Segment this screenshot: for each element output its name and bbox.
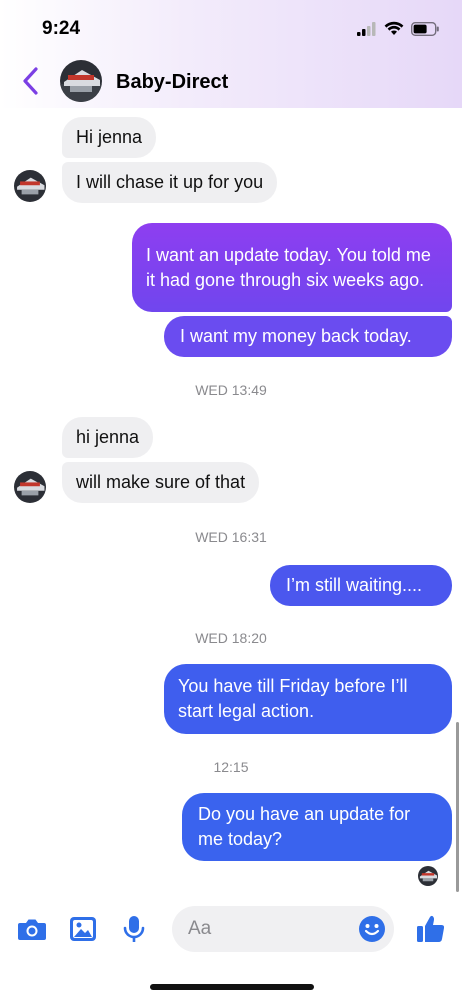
chat-header: 9:24 Baby-Direct [0, 0, 462, 108]
message-bubble-outgoing[interactable]: I want my money back today. [164, 316, 452, 357]
message-timestamp: 12:15 [213, 759, 249, 775]
message-bubble-incoming[interactable]: will make sure of that [62, 462, 260, 503]
signal-icon [357, 21, 376, 36]
status-time: 9:24 [42, 18, 81, 39]
message-text: hi jenna [76, 427, 140, 447]
message-text: I want my money back today. [180, 326, 412, 346]
status-icons [357, 21, 440, 36]
sender-avatar[interactable] [14, 170, 46, 202]
contact-avatar[interactable] [60, 60, 102, 102]
message-bubble-outgoing[interactable]: I’m still waiting.... [270, 565, 452, 606]
thumbs-up-icon [417, 915, 445, 942]
message-text: I’m still waiting.... [286, 575, 423, 595]
emoji-button[interactable] [358, 915, 386, 943]
message-timestamp: WED 13:49 [195, 382, 267, 398]
message-bubble-outgoing[interactable]: You have till Friday before I’ll start l… [164, 664, 452, 734]
wifi-icon [384, 21, 404, 35]
home-indicator[interactable] [150, 984, 314, 990]
scrollbar[interactable] [456, 722, 459, 892]
message-text: I want an update today. You told me it h… [146, 244, 431, 290]
read-receipt-avatar [418, 866, 438, 886]
sender-avatar[interactable] [14, 471, 46, 503]
contact-name[interactable]: Baby-Direct [116, 71, 228, 94]
message-bubble-outgoing[interactable]: I want an update today. You told me it h… [132, 223, 452, 312]
message-text: Hi jenna [76, 127, 143, 147]
message-timestamp: WED 16:31 [195, 529, 267, 545]
message-text: Do you have an update for me today? [198, 804, 411, 849]
message-bubble-outgoing[interactable]: Do you have an update for me today? [182, 793, 452, 861]
message-bubble-incoming[interactable]: I will chase it up for you [62, 162, 278, 203]
message-input-wrapper[interactable] [172, 906, 394, 952]
message-timestamp: WED 18:20 [195, 630, 267, 646]
image-icon [70, 917, 96, 941]
message-bubble-incoming[interactable]: Hi jenna [62, 117, 157, 158]
back-chevron-icon [23, 67, 38, 95]
battery-icon [411, 21, 439, 36]
message-input[interactable] [188, 906, 338, 952]
camera-button[interactable] [16, 913, 48, 945]
message-text: will make sure of that [76, 472, 246, 492]
message-text: I will chase it up for you [76, 172, 264, 192]
back-button[interactable] [16, 64, 46, 98]
camera-icon [18, 919, 46, 940]
message-text: You have till Friday before I’ll start l… [178, 676, 408, 721]
microphone-icon [123, 916, 145, 942]
message-bubble-incoming[interactable]: hi jenna [62, 417, 154, 458]
gallery-button[interactable] [67, 913, 99, 945]
like-button[interactable] [415, 913, 447, 945]
emoji-icon [359, 916, 385, 942]
voice-button[interactable] [118, 913, 150, 945]
